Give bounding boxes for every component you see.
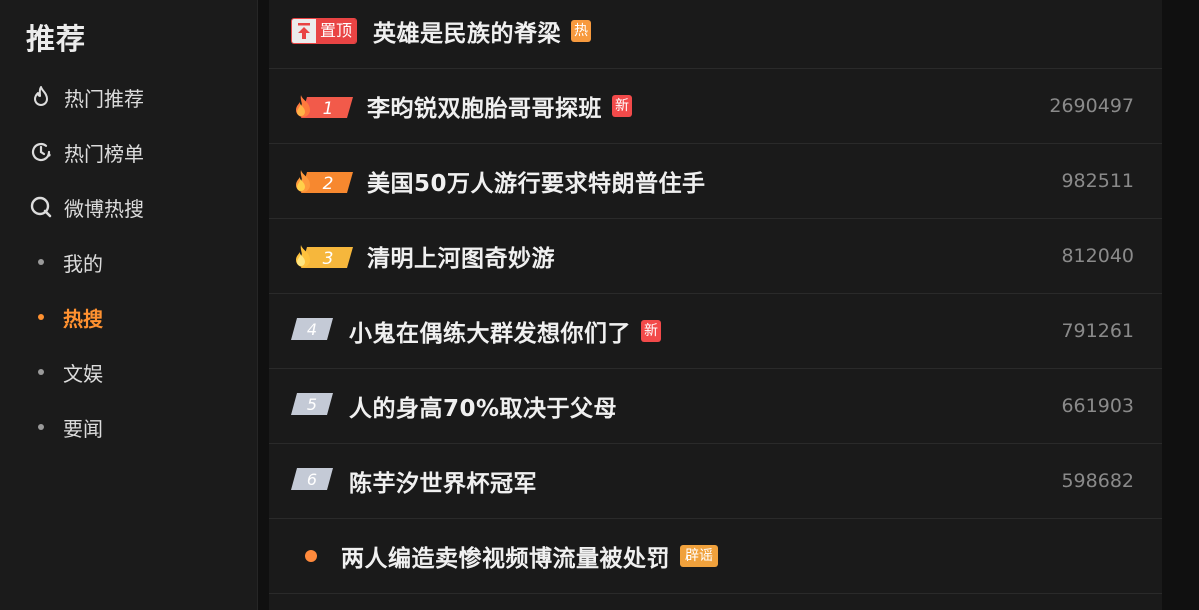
nav-label: 热门榜单 [64, 141, 144, 166]
rank-row-6[interactable]: 6 陈芋汐世界杯冠军 598682 [269, 444, 1162, 519]
sub-item-news[interactable]: 要闻 [38, 412, 103, 442]
sub-item-mine[interactable]: 我的 [38, 247, 103, 277]
rank-plain-badge: 5 [291, 391, 333, 421]
nav-item-hot-ranking[interactable]: 热门榜单 [28, 137, 144, 167]
row-count: 791261 [1061, 320, 1134, 342]
sub-item-label: 要闻 [63, 416, 103, 441]
hot-badge: 热 [571, 20, 592, 42]
nav-label: 微博热搜 [64, 196, 144, 221]
sub-item-hot-search[interactable]: 热搜 [38, 302, 103, 332]
row-title: 美国50万人游行要求特朗普住手 [367, 171, 706, 197]
promo-row[interactable]: 两人编造卖惨视频博流量被处罚 辟谣 [269, 519, 1162, 594]
sub-item-label: 我的 [63, 251, 103, 276]
pinned-tag-label: 置顶 [316, 19, 357, 43]
row-count: 598682 [1061, 470, 1134, 492]
bullet-dot [305, 550, 317, 562]
rank-plain-badge: 4 [291, 316, 333, 346]
bullet-dot [38, 259, 44, 265]
sidebar: 推荐 热门推荐 热门榜单 微博热搜 我的 热搜 文娱 要闻 [0, 0, 258, 610]
rank-row-4[interactable]: 4 小鬼在偶练大群发想你们了 新 791261 [269, 294, 1162, 369]
rank-row-2[interactable]: 2 美国50万人游行要求特朗普住手 982511 [269, 144, 1162, 219]
pinned-tag: 置顶 [291, 18, 358, 44]
sub-item-label: 文娱 [63, 361, 103, 386]
rank-number: 5 [307, 395, 317, 414]
row-title: 陈芋汐世界杯冠军 [349, 471, 537, 497]
sidebar-title: 推荐 [26, 22, 87, 56]
row-title: 小鬼在偶练大群发想你们了 [349, 321, 631, 347]
bullet-dot [38, 314, 44, 320]
rank-row-1[interactable]: 1 李昀锐双胞胎哥哥探班 新 2690497 [269, 69, 1162, 144]
pin-arrow-icon [292, 19, 316, 43]
nav-item-hot-recommend[interactable]: 热门推荐 [28, 82, 144, 112]
rank-number: 2 [323, 174, 334, 194]
rank-row-5[interactable]: 5 人的身高70%取决于父母 661903 [269, 369, 1162, 444]
row-title: 两人编造卖惨视频博流量被处罚 [341, 546, 670, 572]
new-badge: 新 [612, 95, 632, 117]
row-count: 982511 [1061, 170, 1134, 192]
search-icon [28, 194, 54, 220]
rumor-badge: 辟谣 [680, 545, 718, 567]
rank-flame-badge: 1 [291, 92, 353, 120]
row-title: 李昀锐双胞胎哥哥探班 [367, 96, 602, 122]
new-badge: 新 [641, 320, 661, 342]
rank-number: 3 [323, 249, 334, 269]
bullet-dot [38, 369, 44, 375]
nav-item-weibo-hot-search[interactable]: 微博热搜 [28, 192, 144, 222]
row-count: 661903 [1061, 395, 1134, 417]
rank-flame-badge: 2 [291, 167, 353, 195]
rank-row-3[interactable]: 3 清明上河图奇妙游 812040 [269, 219, 1162, 294]
pinned-row[interactable]: 置顶 英雄是民族的脊梁 热 [269, 0, 1162, 69]
rank-flame-badge: 3 [291, 242, 353, 270]
row-title: 清明上河图奇妙游 [367, 246, 555, 272]
row-count: 812040 [1061, 245, 1134, 267]
rank-plain-badge: 6 [291, 466, 333, 496]
row-title: 人的身高70%取决于父母 [349, 396, 618, 422]
sub-item-label: 热搜 [63, 306, 103, 331]
row-count: 2690497 [1049, 95, 1134, 117]
bullet-dot [38, 424, 44, 430]
nav-label: 热门推荐 [64, 86, 144, 111]
sub-item-entertainment[interactable]: 文娱 [38, 357, 103, 387]
rank-number: 1 [323, 99, 334, 119]
row-title: 英雄是民族的脊梁 [373, 21, 562, 47]
rank-number: 6 [307, 470, 317, 489]
rank-number: 4 [307, 320, 317, 339]
chart-clock-icon [28, 139, 54, 165]
hot-search-list: 置顶 英雄是民族的脊梁 热 1 李昀锐双胞胎哥哥探班 新 2690497 2 美… [269, 0, 1162, 610]
flame-icon [28, 84, 54, 110]
